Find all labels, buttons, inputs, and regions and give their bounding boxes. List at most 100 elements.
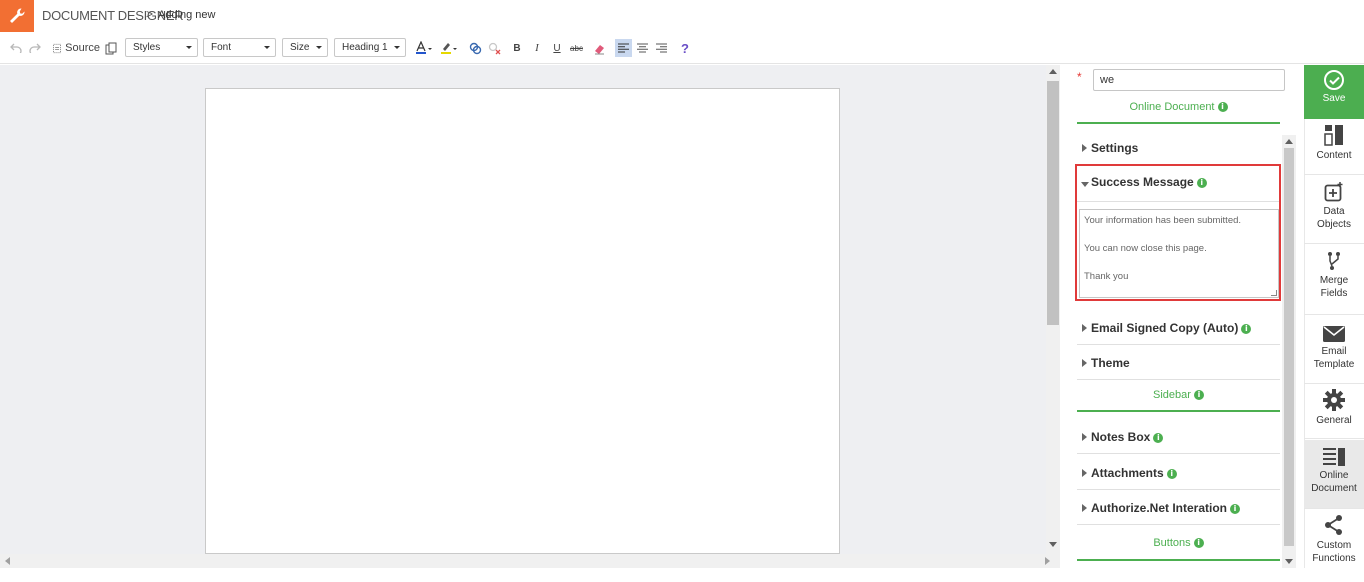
resize-handle-icon[interactable] [1271,290,1277,296]
success-message-accordion[interactable]: Success Message i Your information has be… [1075,164,1281,301]
attachments-label: Attachments i [1091,466,1177,480]
content-icon [1304,120,1364,146]
highlight-color-icon[interactable] [439,39,459,57]
properties-panel: * Online Documenti Settings Success Mess… [1060,65,1304,568]
underline-button[interactable]: U [551,39,563,57]
email-template-label-1: Email [1321,346,1347,357]
scroll-down-icon[interactable] [1285,559,1293,564]
app-header: DOCUMENT DESIGNER > Adding new [0,0,1364,32]
online-document-title: Online Document [1129,101,1215,113]
size-label: Size [290,42,310,53]
bold-button[interactable]: B [511,39,523,57]
online-document-label-2: Document [1311,483,1357,494]
info-icon: i [1196,178,1207,188]
attachments-accordion[interactable]: Attachments i [1077,456,1280,490]
message-line: Your information has been submitted. [1084,215,1242,226]
scroll-right-icon[interactable] [1045,557,1050,565]
general-label: General [1316,415,1352,426]
size-select[interactable]: Size [282,38,328,57]
italic-button[interactable]: I [531,39,543,57]
required-mark: * [1077,70,1082,84]
rail-general[interactable]: General [1304,385,1364,439]
source-button[interactable]: Source [52,39,100,57]
authorize-net-accordion[interactable]: Authorize.Net Interation i [1077,491,1280,525]
chevron-right-icon [1082,324,1087,332]
align-center-icon[interactable] [634,39,651,57]
editor-horizontal-scrollbar[interactable] [0,554,1060,568]
sidebar-title: Sidebar [1153,389,1191,401]
editor-toolbar: Source Styles Font Size Heading 1 B I U … [0,32,1364,64]
merge-fields-label-2: Fields [1320,288,1348,299]
success-message-textarea[interactable]: Your information has been submitted. You… [1079,209,1279,298]
scroll-up-icon[interactable] [1285,139,1293,144]
authorize-net-label: Authorize.Net Interation i [1091,501,1241,515]
theme-accordion[interactable]: Theme [1077,346,1280,380]
align-left-icon[interactable] [615,39,632,57]
message-line: You can now close this page. [1084,243,1207,254]
chevron-right-icon [1082,504,1087,512]
custom-functions-label-2: Functions [1312,553,1356,564]
font-label: Font [211,42,232,53]
section-divider [1077,410,1280,412]
text-color-icon[interactable] [414,39,434,57]
wrench-icon[interactable] [0,0,34,32]
styles-label: Styles [133,42,161,53]
panel-scrollbar[interactable] [1282,135,1296,568]
rail-content[interactable]: Content [1304,120,1364,175]
custom-functions-label-1: Custom [1316,540,1352,551]
redo-icon[interactable] [28,39,42,57]
font-select[interactable]: Font [203,38,276,57]
document-page[interactable] [205,88,840,554]
section-divider [1077,122,1280,124]
online-document-icon [1304,440,1364,466]
chevron-right-icon [1082,469,1087,477]
section-divider [1077,559,1280,561]
rail-merge-fields[interactable]: Merge Fields [1304,245,1364,315]
strikethrough-button[interactable]: abc [568,39,585,57]
settings-accordion[interactable]: Settings [1077,131,1280,165]
save-button[interactable]: Save [1304,65,1364,119]
editor-vertical-scrollbar[interactable] [1046,65,1060,554]
breadcrumb-current: Adding new [158,9,216,21]
message-line: Thank you [1084,271,1129,282]
undo-icon[interactable] [9,39,23,57]
source-label: Source [65,42,100,54]
source-icon [53,43,61,53]
link-icon[interactable] [468,39,482,57]
info-icon: i [1230,504,1241,514]
buttons-title: Buttons [1153,537,1191,549]
chevron-right-icon [1082,433,1087,441]
help-button[interactable]: ? [678,39,692,57]
email-signed-copy-label: Email Signed Copy (Auto) i [1091,321,1252,335]
merge-fields-label-1: Merge [1319,275,1349,286]
caret-down-icon [394,46,400,49]
document-name-input[interactable] [1093,69,1285,91]
styles-select[interactable]: Styles [125,38,198,57]
scroll-down-icon[interactable] [1049,542,1057,547]
rail-data-objects[interactable]: Data Objects [1304,176,1364,244]
checkmark-icon [1324,70,1344,90]
rail-email-template[interactable]: Email Template [1304,316,1364,384]
rail-online-document[interactable]: Online Document [1304,440,1364,509]
divider [1077,201,1279,202]
unlink-icon[interactable] [487,39,501,57]
scroll-left-icon[interactable] [5,557,10,565]
align-right-icon[interactable] [653,39,670,57]
info-icon: i [1193,390,1204,400]
breadcrumb-separator: > [146,7,154,21]
info-icon: i [1241,324,1252,334]
chevron-right-icon [1082,144,1087,152]
online-document-section-title: Online Document i [1077,101,1280,113]
rail-custom-functions[interactable]: Custom Functions [1304,510,1364,568]
format-select[interactable]: Heading 1 [334,38,406,57]
email-signed-copy-accordion[interactable]: Email Signed Copy (Auto) i [1077,311,1280,345]
scroll-thumb[interactable] [1047,81,1059,325]
scroll-thumb[interactable] [1284,148,1294,546]
clear-format-icon[interactable] [592,39,606,57]
data-objects-label-1: Data [1323,206,1345,217]
scroll-up-icon[interactable] [1049,69,1057,74]
copy-icon[interactable] [104,39,118,57]
info-icon: i [1193,538,1204,548]
notes-box-accordion[interactable]: Notes Box i [1077,420,1280,454]
buttons-section-title: Buttons i [1077,537,1280,549]
